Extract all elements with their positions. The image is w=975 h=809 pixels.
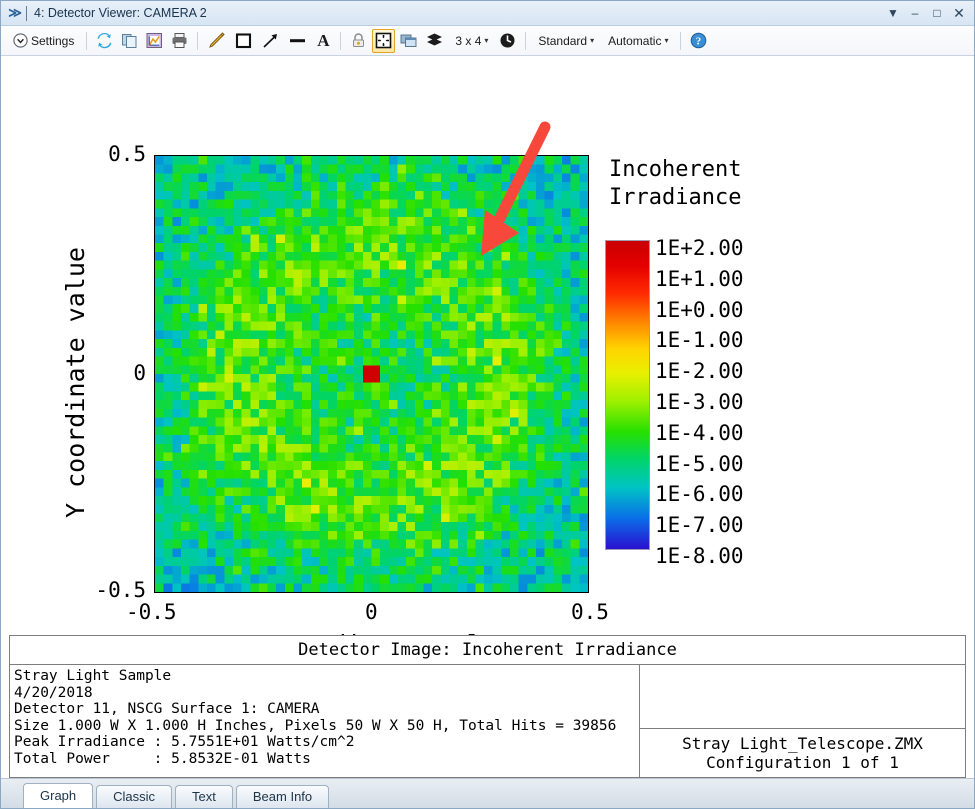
fit-window-button[interactable] bbox=[372, 28, 396, 53]
detector-image-heatmap[interactable] bbox=[154, 155, 589, 593]
new-window-button[interactable] bbox=[397, 29, 420, 53]
pencil-icon bbox=[207, 31, 226, 50]
colorbar-label-9: 1E-7.00 bbox=[655, 513, 744, 538]
tab-text[interactable]: Text bbox=[175, 785, 233, 808]
square-icon bbox=[234, 31, 253, 50]
info-panel: Detector Image: Incoherent Irradiance St… bbox=[9, 635, 966, 778]
y-tick-2: -0.5 bbox=[95, 578, 146, 602]
refresh-clock-button[interactable] bbox=[496, 29, 519, 53]
window-titlebar: ≫ 4: Detector Viewer: CAMERA 2 ▼ – □ ✕ bbox=[1, 1, 974, 26]
text-tool-button[interactable]: A bbox=[312, 29, 334, 53]
colorbar-label-5: 1E-3.00 bbox=[655, 389, 744, 414]
detector-viewer-window: ≫ 4: Detector Viewer: CAMERA 2 ▼ – □ ✕ S… bbox=[0, 0, 975, 809]
tab-beam-info[interactable]: Beam Info bbox=[235, 785, 330, 808]
x-axis-label: X coordinate value bbox=[241, 630, 512, 635]
line-icon bbox=[288, 31, 307, 50]
y-axis-label: Y coordinate value bbox=[61, 247, 90, 518]
legend-title-line-2: Irradiance bbox=[609, 185, 742, 211]
info-panel-body: Stray Light Sample 4/20/2018 Detector 11… bbox=[10, 665, 965, 777]
settings-dropdown-button[interactable]: Settings bbox=[7, 29, 80, 53]
rectangle-tool-button[interactable] bbox=[231, 29, 256, 53]
tab-classic[interactable]: Classic bbox=[96, 785, 173, 808]
colorbar-label-4: 1E-2.00 bbox=[655, 359, 744, 384]
grid-size-label: 3 x 4 bbox=[455, 33, 482, 48]
x-tick-1: 0 bbox=[365, 600, 378, 624]
x-tick-0: -0.5 bbox=[126, 600, 177, 624]
colorbar-label-2: 1E+0.00 bbox=[655, 297, 744, 322]
print-button[interactable] bbox=[168, 29, 191, 53]
grid-size-dropdown[interactable]: 3 x 4 ▾ bbox=[449, 29, 494, 53]
settings-label: Settings bbox=[31, 33, 75, 48]
window-maximize-button[interactable]: □ bbox=[926, 3, 948, 23]
save-chart-icon bbox=[146, 32, 163, 49]
tab-strip: Graph Classic Text Beam Info bbox=[1, 778, 974, 808]
legend-title-line-1: Incoherent bbox=[609, 157, 742, 182]
save-button[interactable] bbox=[143, 29, 166, 53]
toolbar-divider-4 bbox=[525, 31, 527, 50]
toolbar-divider-3 bbox=[340, 31, 342, 50]
arrow-tool-button[interactable] bbox=[258, 29, 283, 53]
main-toolbar: Settings A 3 x 4 ▾ Standard ▾ Automatic … bbox=[1, 26, 974, 56]
line-tool-button[interactable] bbox=[285, 29, 310, 53]
x-tick-2: 0.5 bbox=[571, 600, 609, 624]
help-icon: ? bbox=[690, 32, 707, 49]
info-panel-title: Detector Image: Incoherent Irradiance bbox=[10, 636, 965, 665]
window-title: 4: Detector Viewer: CAMERA 2 bbox=[34, 6, 207, 20]
chevron-circle-down-icon bbox=[13, 33, 28, 48]
printer-icon bbox=[171, 32, 188, 49]
help-button[interactable]: ? bbox=[687, 29, 710, 53]
layers-icon bbox=[425, 31, 444, 50]
colorbar-label-0: 1E+2.00 bbox=[655, 236, 744, 260]
mode-dropdown[interactable]: Automatic ▾ bbox=[602, 29, 674, 53]
colorbar-label-8: 1E-6.00 bbox=[655, 482, 744, 507]
style-dropdown[interactable]: Standard ▾ bbox=[532, 29, 600, 53]
info-panel-file: Stray Light_Telescope.ZMX Configuration … bbox=[640, 729, 965, 777]
info-panel-side: Stray Light_Telescope.ZMX Configuration … bbox=[640, 665, 965, 777]
colorbar-label-3: 1E-1.00 bbox=[655, 328, 744, 353]
windows-icon bbox=[400, 32, 417, 49]
tab-graph[interactable]: Graph bbox=[23, 783, 94, 808]
detector-viewer-icon: ≫ bbox=[8, 5, 22, 20]
configuration-label: Configuration 1 of 1 bbox=[706, 753, 899, 772]
lock-button[interactable] bbox=[347, 29, 370, 53]
copy-button[interactable] bbox=[118, 29, 141, 53]
fit-window-icon bbox=[375, 32, 392, 49]
refresh-icon bbox=[96, 32, 113, 49]
toolbar-divider-5 bbox=[680, 31, 682, 50]
toolbar-divider-2 bbox=[197, 31, 199, 50]
colorbar-label-7: 1E-5.00 bbox=[655, 451, 744, 476]
colorbar-label-10: 1E-8.00 bbox=[655, 543, 744, 568]
graph-pane: 0.5 0 -0.5 -0.5 0 0.5 Y coordinate value… bbox=[1, 56, 974, 635]
colorbar-labels: 1E+2.00 1E+1.00 1E+0.00 1E-1.00 1E-2.00 … bbox=[655, 233, 744, 572]
info-panel-side-blank bbox=[640, 665, 965, 729]
chevron-down-icon: ▾ bbox=[590, 36, 595, 45]
file-name-label: Stray Light_Telescope.ZMX bbox=[682, 734, 923, 753]
lock-icon bbox=[350, 32, 367, 49]
info-panel-details: Stray Light Sample 4/20/2018 Detector 11… bbox=[10, 665, 640, 777]
colorbar-gradient bbox=[605, 240, 650, 550]
copy-icon bbox=[121, 32, 138, 49]
clock-icon bbox=[499, 32, 516, 49]
mode-label: Automatic bbox=[608, 33, 662, 48]
text-icon: A bbox=[317, 30, 330, 50]
y-tick-0: 0.5 bbox=[108, 142, 146, 166]
chevron-down-icon: ▾ bbox=[664, 36, 669, 45]
style-label: Standard bbox=[538, 33, 588, 48]
window-minimize-button[interactable]: – bbox=[904, 3, 926, 23]
toolbar-divider-1 bbox=[86, 31, 88, 50]
chevron-down-icon: ▾ bbox=[484, 36, 489, 45]
y-tick-1: 0 bbox=[133, 361, 146, 385]
pencil-tool-button[interactable] bbox=[204, 29, 229, 53]
titlebar-divider bbox=[26, 5, 27, 21]
legend-title: Incoherent Irradiance bbox=[609, 156, 741, 212]
colorbar-label-1: 1E+1.00 bbox=[655, 266, 744, 291]
window-dropdown-button[interactable]: ▼ bbox=[882, 3, 904, 23]
colorbar-label-6: 1E-4.00 bbox=[655, 420, 744, 445]
layers-button[interactable] bbox=[422, 29, 447, 53]
refresh-button[interactable] bbox=[93, 29, 116, 53]
svg-text:?: ? bbox=[696, 35, 702, 47]
arrow-icon bbox=[261, 31, 280, 50]
window-close-button[interactable]: ✕ bbox=[948, 3, 970, 23]
